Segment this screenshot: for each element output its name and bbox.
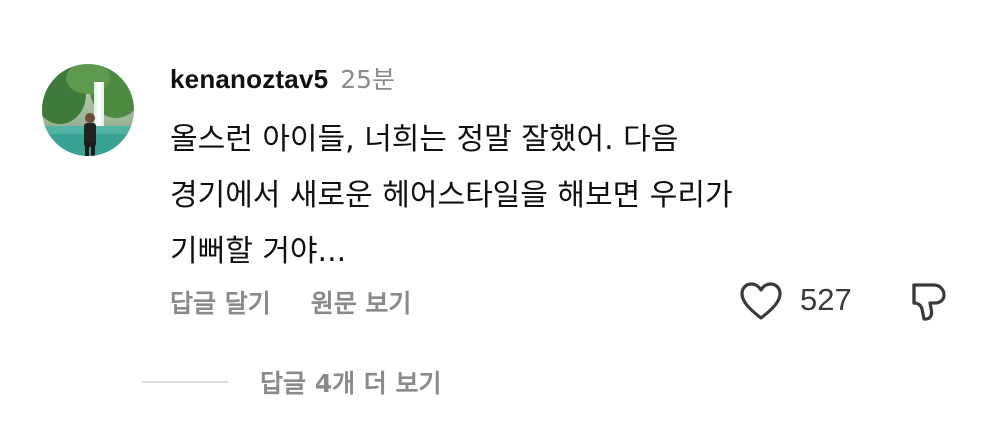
view-replies-button[interactable]: 답글 4개 더 보기 [142,360,442,404]
thumbs-down-outline-icon [912,283,946,321]
like-count: 527 [800,282,852,317]
comment-text-line: 경기에서 새로운 헤어스타일을 해보면 우리가 [170,178,733,213]
comment-text: 올스런 아이들, 너희는 정말 잘했어. 다음경기에서 새로운 헤어스타일을 해… [170,112,870,280]
reply-button[interactable]: 답글 달기 [170,284,271,320]
see-original-button[interactable]: 원문 보기 [311,284,412,320]
dislike-button[interactable] [904,279,950,325]
username[interactable]: kenanoztav5 [170,64,328,95]
avatar[interactable] [42,64,134,156]
comment-header: kenanoztav5 25분 [170,60,395,96]
heart-outline-icon [740,282,782,320]
comment-text-line: 올스런 아이들, 너희는 정말 잘했어. 다음 [170,122,679,157]
comment: kenanoztav5 25분 올스런 아이들, 너희는 정말 잘했어. 다음경… [0,0,1000,430]
view-replies-label: 답글 4개 더 보기 [260,369,442,398]
replies-divider [142,381,228,383]
comment-text-line: 기뻐할 거야... [170,234,347,269]
avatar-photo [42,64,134,156]
timestamp: 25분 [340,65,396,94]
like-button[interactable] [738,279,784,325]
comment-actions: 답글 달기 원문 보기 [170,280,411,324]
